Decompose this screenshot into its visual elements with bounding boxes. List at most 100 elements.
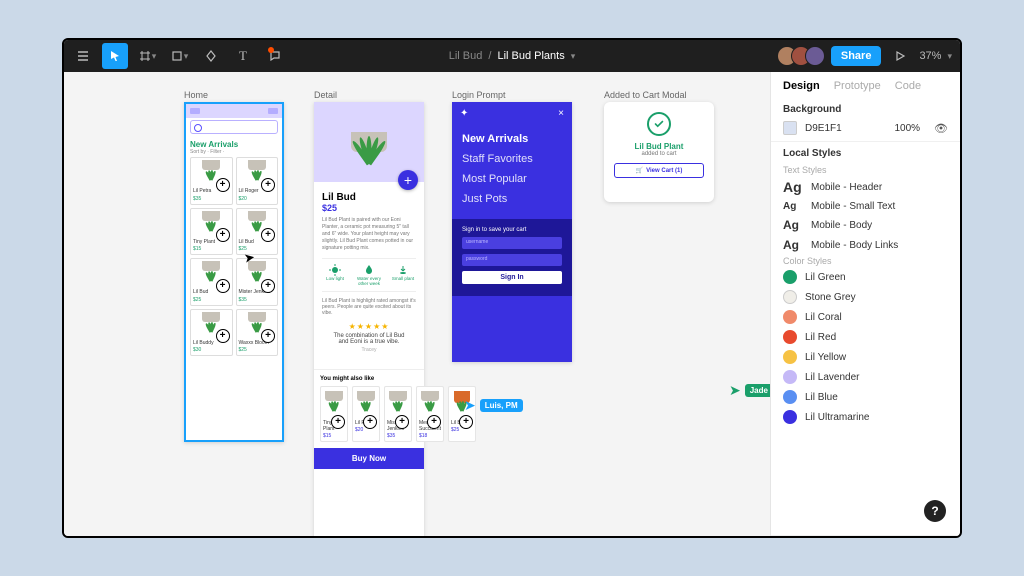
toolbar-left: ▾ ▾ T	[64, 40, 294, 72]
frame-label-modal[interactable]: Added to Cart Modal	[604, 90, 687, 100]
toolbar-right: Share 37% ▾	[769, 40, 960, 72]
cursor-tag: Luis, PM	[480, 399, 523, 412]
color-style-item[interactable]: Lil Red	[783, 330, 948, 344]
comment-tool-icon[interactable]	[262, 43, 288, 69]
move-tool-icon[interactable]	[102, 43, 128, 69]
add-circle-icon: +	[216, 329, 230, 343]
frame-label-home[interactable]: Home	[184, 90, 208, 100]
cursor-tag: Jade	[745, 384, 770, 397]
text-styles-title: Text Styles	[783, 165, 948, 175]
rec-row: + Tiny Plant$15 + Lil Roger$20 + Mister …	[320, 386, 418, 442]
product-card: + Lil Buddy$30	[190, 309, 233, 357]
add-circle-icon: +	[261, 329, 275, 343]
artboard-home[interactable]: New Arrivals Sort by · Filter · + Lil Pe…	[184, 102, 284, 442]
collaborator-avatars[interactable]	[777, 46, 825, 66]
share-button[interactable]: Share	[831, 46, 882, 66]
local-styles-title: Local Styles	[783, 148, 948, 159]
color-styles-list: Lil Green Stone Grey Lil Coral Lil Red Lil Y…	[783, 270, 948, 424]
bg-opacity[interactable]: 100%	[894, 123, 920, 134]
color-style-item[interactable]: Lil Blue	[783, 390, 948, 404]
design-canvas[interactable]: Home New Arrivals Sort by · Filter · + L…	[64, 72, 770, 536]
text-style-item[interactable]: AgMobile - Header	[783, 179, 948, 195]
properties-panel: Design Prototype Code Background D9E1F1 10…	[770, 72, 960, 536]
add-circle-icon: +	[261, 178, 275, 192]
panel-tab[interactable]: Code	[895, 80, 921, 92]
add-circle-icon: +	[459, 415, 473, 429]
project-name: Lil Bud	[449, 50, 483, 62]
home-product-grid: + Lil Petra$35 + Lil Roger$20 + Tiny Pla…	[186, 157, 282, 360]
text-style-item[interactable]: AgMobile - Small Text	[783, 201, 948, 212]
menu-icon[interactable]	[70, 43, 96, 69]
visibility-icon[interactable]: 👁	[934, 122, 948, 135]
product-card: + Lil Bud$25	[190, 258, 233, 306]
buy-now-button: Buy Now	[314, 448, 424, 469]
add-circle-icon: +	[216, 178, 230, 192]
login-nav-item: Just Pots	[462, 189, 562, 209]
app-body: Home New Arrivals Sort by · Filter · + L…	[64, 72, 960, 536]
artboard-detail[interactable]: + Lil Bud $25 Lil Bud Plant is paired wi…	[314, 102, 424, 536]
color-style-item[interactable]: Lil Ultramarine	[783, 410, 948, 424]
text-styles-list: AgMobile - Header AgMobile - Small Text Ag…	[783, 179, 948, 252]
frame-label-detail[interactable]: Detail	[314, 90, 337, 100]
product-card: + Lil Petra$35	[190, 157, 233, 205]
login-nav-item: Most Popular	[462, 169, 562, 189]
add-circle-icon: +	[427, 415, 441, 429]
product-card: + Lil Roger$20	[236, 157, 279, 205]
text-style-item[interactable]: AgMobile - Body	[783, 218, 948, 232]
add-fab-icon: +	[398, 170, 418, 190]
text-tool-icon[interactable]: T	[230, 43, 256, 69]
add-circle-icon: +	[261, 228, 275, 242]
rec-title: You might also like	[320, 376, 418, 382]
avatar[interactable]	[805, 46, 825, 66]
detail-subcopy: Lil Bud Plant is highlight rated amongst…	[322, 298, 416, 316]
text-style-item[interactable]: AgMobile - Body Links	[783, 238, 948, 252]
present-icon[interactable]	[887, 43, 913, 69]
bg-swatch[interactable]	[783, 121, 797, 135]
add-circle-icon: +	[395, 415, 409, 429]
notification-dot	[268, 47, 274, 53]
product-card: + Lil Bud$25	[236, 208, 279, 256]
review-stars: ★★★★★	[322, 322, 416, 331]
add-circle-icon: +	[216, 228, 230, 242]
pen-tool-icon[interactable]	[198, 43, 224, 69]
color-style-item[interactable]: Lil Coral	[783, 310, 948, 324]
panel-tab[interactable]: Design	[783, 80, 820, 92]
file-title[interactable]: Lil Bud / Lil Bud Plants ▾	[449, 50, 576, 62]
panel-tab[interactable]: Prototype	[834, 80, 881, 92]
hero-plant-image	[344, 132, 394, 182]
rec-card: + Medium Succulent$18	[416, 386, 444, 442]
close-icon: ×	[558, 108, 564, 119]
care-item: Low light	[322, 263, 348, 287]
frame-tool-icon[interactable]: ▾	[134, 43, 160, 69]
bg-hex[interactable]: D9E1F1	[805, 123, 842, 134]
color-style-item[interactable]: Stone Grey	[783, 290, 948, 304]
shape-tool-icon[interactable]: ▾	[166, 43, 192, 69]
product-card: + Waxxx Bloom$25	[236, 309, 279, 357]
care-row: Low lightWater every other weekSmall pla…	[322, 258, 416, 292]
background-section: Background D9E1F1 100% 👁	[771, 98, 960, 142]
color-style-item[interactable]: Lil Lavender	[783, 370, 948, 384]
artboard-modal[interactable]: Lil Bud Plant added to cart 🛒View Cart (…	[604, 102, 714, 202]
add-circle-icon: +	[363, 415, 377, 429]
add-circle-icon: +	[216, 279, 230, 293]
color-style-item[interactable]: Lil Green	[783, 270, 948, 284]
help-button[interactable]: ?	[924, 500, 946, 522]
figma-window: ▾ ▾ T Lil Bud / Lil Bud Plants ▾ Share 3…	[62, 38, 962, 538]
check-icon	[647, 112, 671, 136]
detail-hero: +	[314, 102, 424, 182]
outer-frame: ▾ ▾ T Lil Bud / Lil Bud Plants ▾ Share 3…	[0, 0, 1024, 576]
password-field: password	[462, 254, 562, 266]
add-circle-icon: +	[331, 415, 345, 429]
zoom-level[interactable]: 37%	[919, 50, 941, 62]
detail-description: Lil Bud Plant is paired with our Eoni Pl…	[322, 217, 416, 252]
collaborator-cursor-jade: ➤Jade	[729, 382, 769, 399]
collaborator-cursor-luis: ➤Luis, PM	[464, 397, 519, 414]
file-name: Lil Bud Plants	[497, 50, 564, 62]
login-form-label: Sign in to save your cart	[462, 227, 562, 233]
frame-label-login[interactable]: Login Prompt	[452, 90, 506, 100]
artboard-login[interactable]: ✦ × New ArrivalsStaff FavoritesMost Popu…	[452, 102, 572, 362]
rec-card: + Tiny Plant$15	[320, 386, 348, 442]
color-style-item[interactable]: Lil Yellow	[783, 350, 948, 364]
product-card: + Tiny Plant$15	[190, 208, 233, 256]
login-nav-item: New Arrivals	[462, 129, 562, 149]
